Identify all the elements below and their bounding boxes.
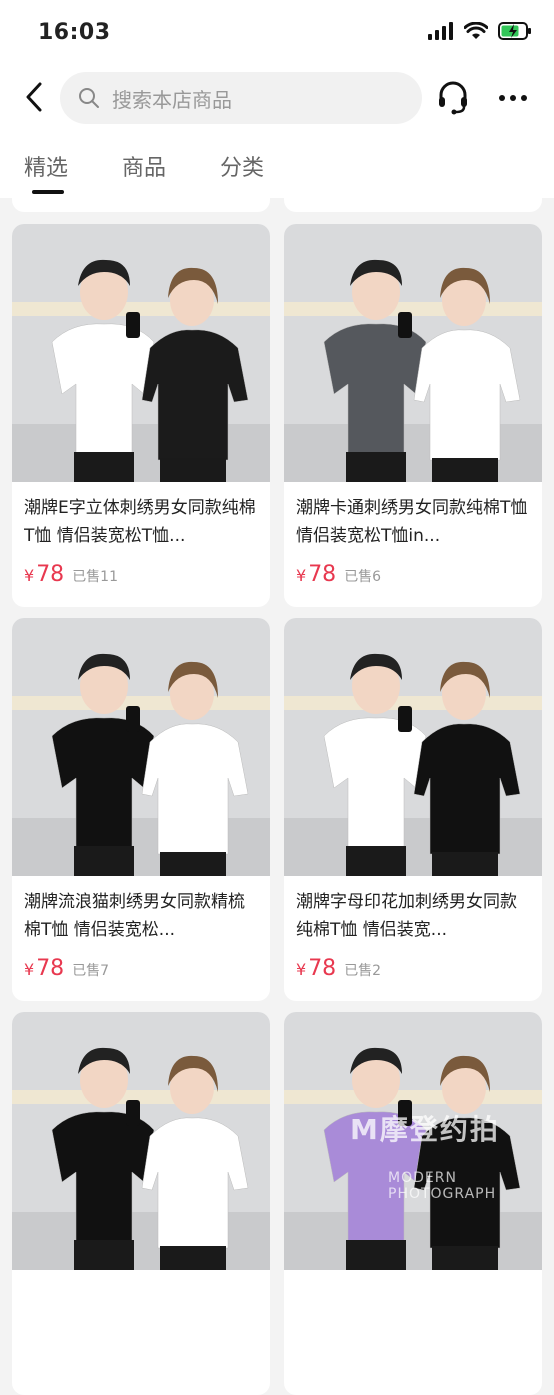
active-tab-indicator [32, 190, 64, 194]
watermark-subtext: MODERN PHOTOGRAPH [388, 1170, 497, 1202]
tab-bar: 精选 商品 分类 [0, 132, 554, 198]
product-price: 78 [36, 956, 65, 981]
product-title[interactable]: 潮牌卡通刺绣男女同款纯棉T恤 情侣装宽松T恤in... [296, 494, 532, 550]
search-input[interactable]: 搜索本店商品 [60, 72, 422, 124]
sold-count: 已售6 [344, 569, 382, 585]
status-icons [428, 22, 532, 40]
more-icon[interactable] [496, 80, 530, 116]
product-card[interactable]: 潮牌字母印花加刺绣男女同款纯棉T恤 情侣装宽... ¥78 已售2 [284, 618, 542, 1001]
card-peek [284, 198, 542, 212]
product-title[interactable] [296, 1282, 532, 1338]
search-icon [79, 88, 99, 108]
product-card[interactable] [284, 1012, 542, 1395]
product-image[interactable] [12, 1012, 270, 1270]
tab-categories[interactable]: 分类 [220, 150, 264, 182]
customer-service-icon[interactable] [436, 80, 470, 116]
sold-count: 已售2 [344, 963, 382, 979]
price-currency: ¥ [296, 960, 307, 979]
tab-products[interactable]: 商品 [122, 150, 166, 182]
product-card[interactable] [12, 1012, 270, 1395]
product-title[interactable]: 潮牌字母印花加刺绣男女同款纯棉T恤 情侣装宽... [296, 888, 532, 944]
tab-featured[interactable]: 精选 [24, 150, 68, 182]
header: 搜索本店商品 [0, 64, 554, 132]
sold-count: 已售11 [72, 569, 119, 585]
status-bar: 16:03 [0, 0, 554, 64]
product-image[interactable] [284, 618, 542, 876]
price-currency: ¥ [296, 566, 307, 585]
product-photo-illustration [12, 618, 270, 876]
product-photo-illustration [12, 1012, 270, 1270]
product-image[interactable] [12, 618, 270, 876]
search-placeholder: 搜索本店商品 [112, 87, 232, 112]
card-peek [12, 198, 270, 212]
product-price: 78 [308, 562, 337, 587]
product-card[interactable]: 潮牌流浪猫刺绣男女同款精梳棉T恤 情侣装宽松... ¥78 已售7 [12, 618, 270, 1001]
product-photo-illustration [12, 224, 270, 482]
signal-icon [428, 22, 453, 40]
sold-count: 已售7 [72, 963, 110, 979]
status-time: 16:03 [38, 20, 111, 45]
product-price-row: ¥78 已售2 [296, 956, 381, 981]
price-currency: ¥ [24, 960, 35, 979]
product-price-row: ¥78 已售11 [24, 562, 118, 587]
product-title[interactable] [24, 1282, 260, 1338]
product-price: 78 [308, 956, 337, 981]
product-image[interactable] [12, 224, 270, 482]
product-price-row: ¥78 已售6 [296, 562, 381, 587]
back-arrow-icon[interactable] [20, 80, 48, 114]
product-title[interactable]: 潮牌E字立体刺绣男女同款纯棉T恤 情侣装宽松T恤... [24, 494, 260, 550]
price-currency: ¥ [24, 566, 35, 585]
battery-charging-icon [498, 22, 531, 40]
wifi-icon [464, 22, 488, 39]
product-photo-illustration [284, 618, 542, 876]
product-price: 78 [36, 562, 65, 587]
product-card[interactable]: 潮牌E字立体刺绣男女同款纯棉T恤 情侣装宽松T恤... ¥78 已售11 [12, 224, 270, 607]
product-title[interactable]: 潮牌流浪猫刺绣男女同款精梳棉T恤 情侣装宽松... [24, 888, 260, 944]
product-image[interactable] [284, 224, 542, 482]
product-photo-illustration [284, 224, 542, 482]
product-card[interactable]: 潮牌卡通刺绣男女同款纯棉T恤 情侣装宽松T恤in... ¥78 已售6 [284, 224, 542, 607]
product-price-row: ¥78 已售7 [24, 956, 109, 981]
watermark-text: M摩登约拍 [350, 1113, 500, 1146]
